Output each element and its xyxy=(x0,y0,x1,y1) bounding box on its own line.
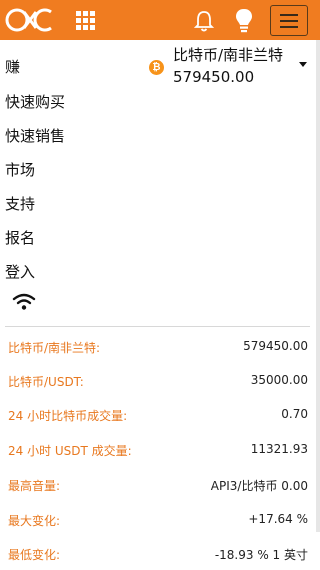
nav-item-quick-buy[interactable]: 快速购买 xyxy=(5,91,65,112)
stat-label: 最低变化: xyxy=(8,548,61,562)
stat-row: 24 小时比特币成交量: 0.70 xyxy=(0,397,320,431)
stat-label: 比特币/USDT: xyxy=(8,375,84,389)
nav-item-market[interactable]: 市场 xyxy=(5,159,35,180)
ticker-selector[interactable]: ₿ 比特币/南非兰特 579450.00 xyxy=(149,44,319,92)
stat-label: 比特币/南非兰特: xyxy=(8,341,101,355)
stat-row: 比特币/南非兰特: 579450.00 xyxy=(0,329,320,363)
stat-label: 24 小时比特币成交量: xyxy=(8,409,128,423)
bell-icon[interactable] xyxy=(194,10,214,32)
grid-icon[interactable] xyxy=(76,11,95,30)
nav-item-support[interactable]: 支持 xyxy=(5,193,35,214)
nav-item-login[interactable]: 登入 xyxy=(5,261,35,282)
ticker-price: 579450.00 xyxy=(173,68,255,86)
stat-row: 比特币/USDT: 35000.00 xyxy=(0,363,320,397)
hamburger-icon-bar xyxy=(280,26,298,28)
nav-item-quick-sell[interactable]: 快速销售 xyxy=(5,125,65,146)
stat-value: 579450.00 xyxy=(243,339,308,353)
section-divider xyxy=(5,326,310,327)
scrollbar[interactable] xyxy=(316,40,320,532)
stat-value: +17.64 % xyxy=(248,512,308,526)
stat-value: -18.93 % 1 英寸 xyxy=(214,548,308,562)
wifi-icon xyxy=(12,293,36,310)
bitcoin-icon: ₿ xyxy=(149,60,164,75)
caret-down-icon[interactable] xyxy=(299,62,307,67)
top-bar xyxy=(0,0,320,40)
stat-label: 24 小时 USDT 成交量: xyxy=(8,444,132,458)
stat-label: 最大变化: xyxy=(8,514,61,528)
coin-exchange-logo-icon[interactable] xyxy=(4,6,56,34)
stat-row: 24 小时 USDT 成交量: 11321.93 xyxy=(0,432,320,466)
stat-row: 最高音量: API3/比特币 0.00 xyxy=(0,467,320,501)
hamburger-icon-bar xyxy=(280,14,298,16)
menu-toggle-button[interactable] xyxy=(270,5,308,36)
ticker-pair: 比特币/南非兰特 xyxy=(173,46,284,64)
nav-item-earn[interactable]: 赚 xyxy=(5,56,20,77)
stat-value: 11321.93 xyxy=(250,442,308,456)
hamburger-icon-bar xyxy=(280,20,298,22)
stat-value: 0.70 xyxy=(281,407,308,421)
stat-row: 最大变化: +17.64 % xyxy=(0,502,320,536)
stat-row: 最低变化: -18.93 % 1 英寸 xyxy=(0,536,320,570)
nav-item-register[interactable]: 报名 xyxy=(5,227,35,248)
stat-value: 35000.00 xyxy=(250,373,308,387)
stat-value: API3/比特币 0.00 xyxy=(210,479,308,493)
stat-label: 最高音量: xyxy=(8,479,61,493)
lightbulb-icon[interactable] xyxy=(235,8,253,34)
